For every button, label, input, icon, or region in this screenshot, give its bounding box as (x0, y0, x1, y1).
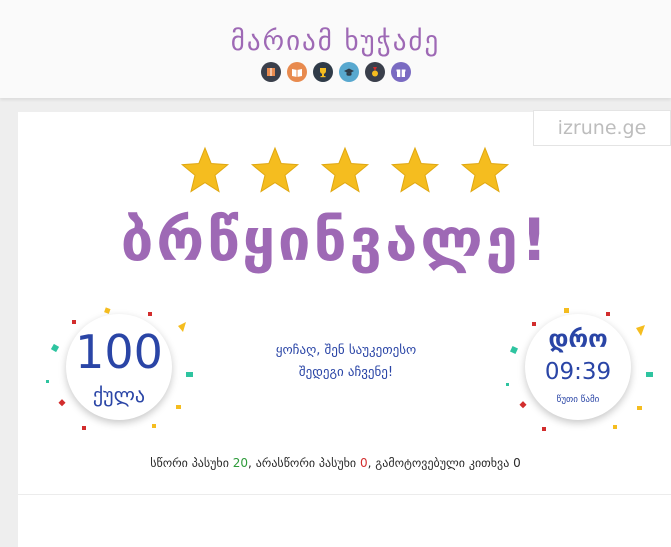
answer-summary: სწორი პასუხი 20, არასწორი პასუხი 0, გამო… (0, 453, 671, 473)
congrats-message: ყოჩაღ, შენ საუკეთესო შედეგი აჩვენე! (226, 340, 466, 384)
correct-count: 20 (232, 456, 249, 470)
time-title: დრო (548, 325, 608, 353)
time-value: 09:39 (544, 359, 612, 385)
skipped-label: გამოტოვებული კითხვა (375, 456, 510, 470)
time-badge: დრო 09:39 წუთი წამი (525, 314, 631, 420)
congrats-line-2: შედეგი აჩვენე! (298, 365, 394, 380)
wrong-label: არასწორი პასუხი (255, 456, 357, 470)
skipped-count: 0 (513, 456, 521, 470)
score-value: 100 (75, 325, 163, 379)
correct-label: სწორი პასუხი (150, 456, 229, 470)
divider (18, 494, 671, 495)
congrats-line-1: ყოჩაღ, შენ საუკეთესო (275, 343, 417, 358)
summary-separator: , (248, 456, 252, 470)
wrong-count: 0 (359, 456, 368, 470)
summary-separator: , (367, 456, 372, 470)
time-unit: წუთი წამი (556, 395, 600, 405)
score-label: ქულა (92, 383, 146, 407)
score-badge: 100 ქულა (66, 314, 172, 420)
